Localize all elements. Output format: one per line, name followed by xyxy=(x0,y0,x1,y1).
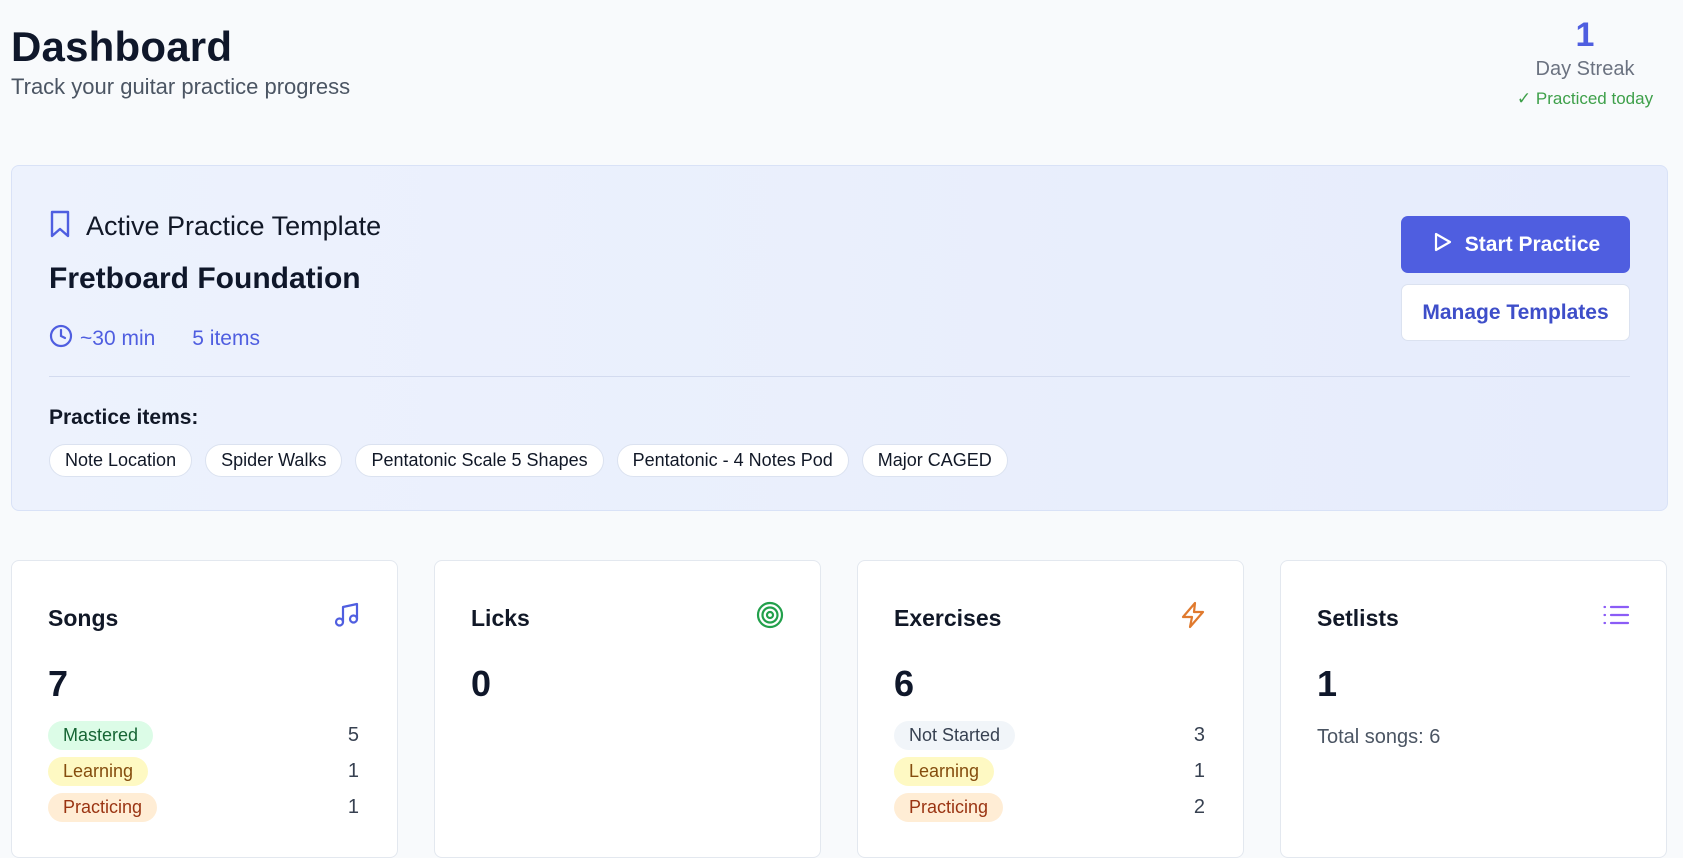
clock-icon xyxy=(49,324,80,354)
practice-item-chip: Pentatonic - 4 Notes Pod xyxy=(616,444,849,477)
practice-item-chip: Spider Walks xyxy=(205,444,343,477)
exercises-title: Exercises xyxy=(894,605,1002,631)
status-row: Learning 1 xyxy=(48,753,361,789)
divider xyxy=(49,376,1630,377)
status-badge: Practicing xyxy=(48,792,158,822)
setlists-card[interactable]: Setlists 1 Total songs: 6 xyxy=(1280,560,1667,858)
template-heading: Active Practice Template xyxy=(48,209,381,244)
stats-grid: Songs 7 Mastered 5 Learning 1 Practicing… xyxy=(11,560,1667,858)
template-duration: ~30 min xyxy=(80,327,156,350)
songs-title: Songs xyxy=(48,605,119,631)
template-heading-label: Active Practice Template xyxy=(86,211,382,241)
status-count: 1 xyxy=(347,795,359,818)
status-count: 2 xyxy=(1193,795,1205,818)
start-practice-button[interactable]: Start Practice xyxy=(1401,216,1630,273)
dashboard-page: Dashboard Track your guitar practice pro… xyxy=(0,0,1683,858)
start-practice-label: Start Practice xyxy=(1464,232,1601,256)
practice-items-label: Practice items: xyxy=(49,406,199,429)
active-template-card: Active Practice Template Fretboard Found… xyxy=(11,165,1668,511)
status-row: Learning 1 xyxy=(894,753,1207,789)
streak-count: 1 xyxy=(1575,16,1595,54)
status-row: Not Started 3 xyxy=(894,717,1207,753)
status-badge: Learning xyxy=(894,756,995,786)
status-badge: Learning xyxy=(48,756,149,786)
page-subtitle: Track your guitar practice progress xyxy=(11,74,351,99)
lightning-icon xyxy=(1179,601,1207,629)
template-items-count: 5 items xyxy=(192,327,260,350)
page-header: Dashboard Track your guitar practice pro… xyxy=(11,22,350,100)
licks-title: Licks xyxy=(471,605,530,631)
practice-item-chip: Major CAGED xyxy=(861,444,1008,477)
music-note-icon xyxy=(333,601,361,629)
page-title: Dashboard xyxy=(11,23,233,70)
streak-widget: 1 Day Streak ✓ Practiced today xyxy=(1505,14,1665,109)
streak-status: ✓ Practiced today xyxy=(1516,89,1654,108)
status-badge: Practicing xyxy=(894,792,1004,822)
status-row: Practicing 2 xyxy=(894,789,1207,825)
practice-item-chip: Note Location xyxy=(49,444,193,477)
setlists-count: 1 xyxy=(1317,663,1338,704)
setlists-total-songs: Total songs: 6 xyxy=(1317,726,1441,748)
manage-templates-button[interactable]: Manage Templates xyxy=(1401,284,1630,341)
status-row: Practicing 1 xyxy=(48,789,361,825)
status-count: 1 xyxy=(347,759,359,782)
status-count: 1 xyxy=(1193,759,1205,782)
practice-item-chip: Pentatonic Scale 5 Shapes xyxy=(355,444,604,477)
status-count: 5 xyxy=(347,723,359,746)
list-icon xyxy=(1602,601,1630,629)
status-badge: Not Started xyxy=(894,720,1016,750)
template-name: Fretboard Foundation xyxy=(49,262,361,295)
licks-count: 0 xyxy=(471,663,492,704)
target-icon xyxy=(756,601,784,629)
practice-items-list: Note Location Spider Walks Pentatonic Sc… xyxy=(49,444,1008,477)
status-badge: Mastered xyxy=(48,720,154,750)
licks-card[interactable]: Licks 0 xyxy=(434,560,821,858)
exercises-card[interactable]: Exercises 6 Not Started 3 Learning 1 Pra… xyxy=(857,560,1244,858)
status-count: 3 xyxy=(1193,723,1205,746)
play-icon xyxy=(1431,231,1453,259)
songs-card[interactable]: Songs 7 Mastered 5 Learning 1 Practicing… xyxy=(11,560,398,858)
setlists-title: Setlists xyxy=(1317,605,1399,631)
songs-breakdown: Mastered 5 Learning 1 Practicing 1 xyxy=(48,717,361,825)
streak-label: Day Streak xyxy=(1535,58,1635,80)
bookmark-icon xyxy=(48,209,72,244)
exercises-count: 6 xyxy=(894,663,915,704)
songs-count: 7 xyxy=(48,663,69,704)
template-meta: ~30 min 5 items xyxy=(49,324,260,354)
exercises-breakdown: Not Started 3 Learning 1 Practicing 2 xyxy=(894,717,1207,825)
status-row: Mastered 5 xyxy=(48,717,361,753)
